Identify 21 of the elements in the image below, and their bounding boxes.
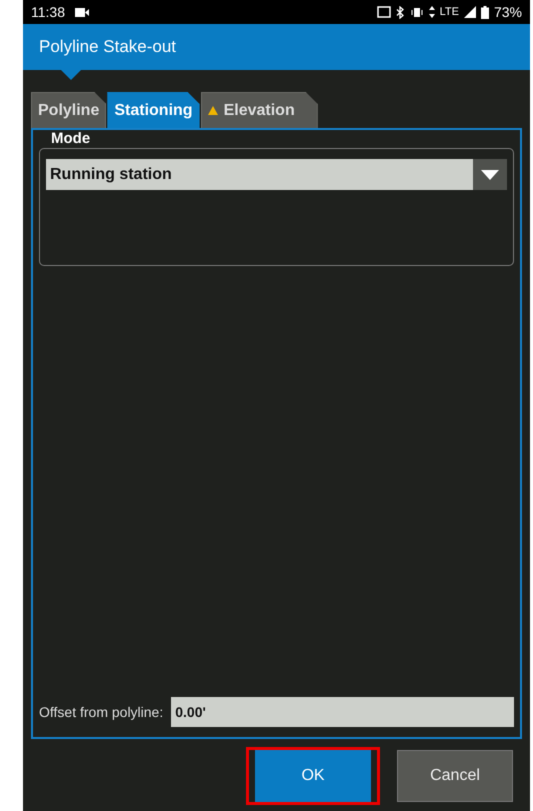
tab[interactable]: Polyline [31,92,106,128]
screen-title: Polyline Stake-out [39,37,176,57]
dialog-button[interactable]: OK [255,750,371,802]
warning-icon [208,106,218,115]
offset-field[interactable]: 0.00' [171,697,514,727]
cast-icon [376,6,391,18]
signal-icon [464,6,476,18]
bluetooth-icon [396,6,405,18]
network-label: LTE [440,6,459,18]
status-time: 11:38 [31,4,65,20]
tab[interactable]: Elevation [200,92,318,128]
battery-icon [480,6,489,18]
mode-dropdown[interactable]: Running station [46,159,507,190]
offset-label: Offset from polyline: [39,704,164,720]
dialog-button[interactable]: Cancel [397,750,513,802]
caret-icon [481,170,499,180]
data-arrows-icon [428,6,435,18]
vibrate-icon [410,6,424,18]
battery-percent: 73% [494,4,522,20]
tab[interactable]: Stationing [107,92,200,128]
video-camera-icon [75,8,89,16]
